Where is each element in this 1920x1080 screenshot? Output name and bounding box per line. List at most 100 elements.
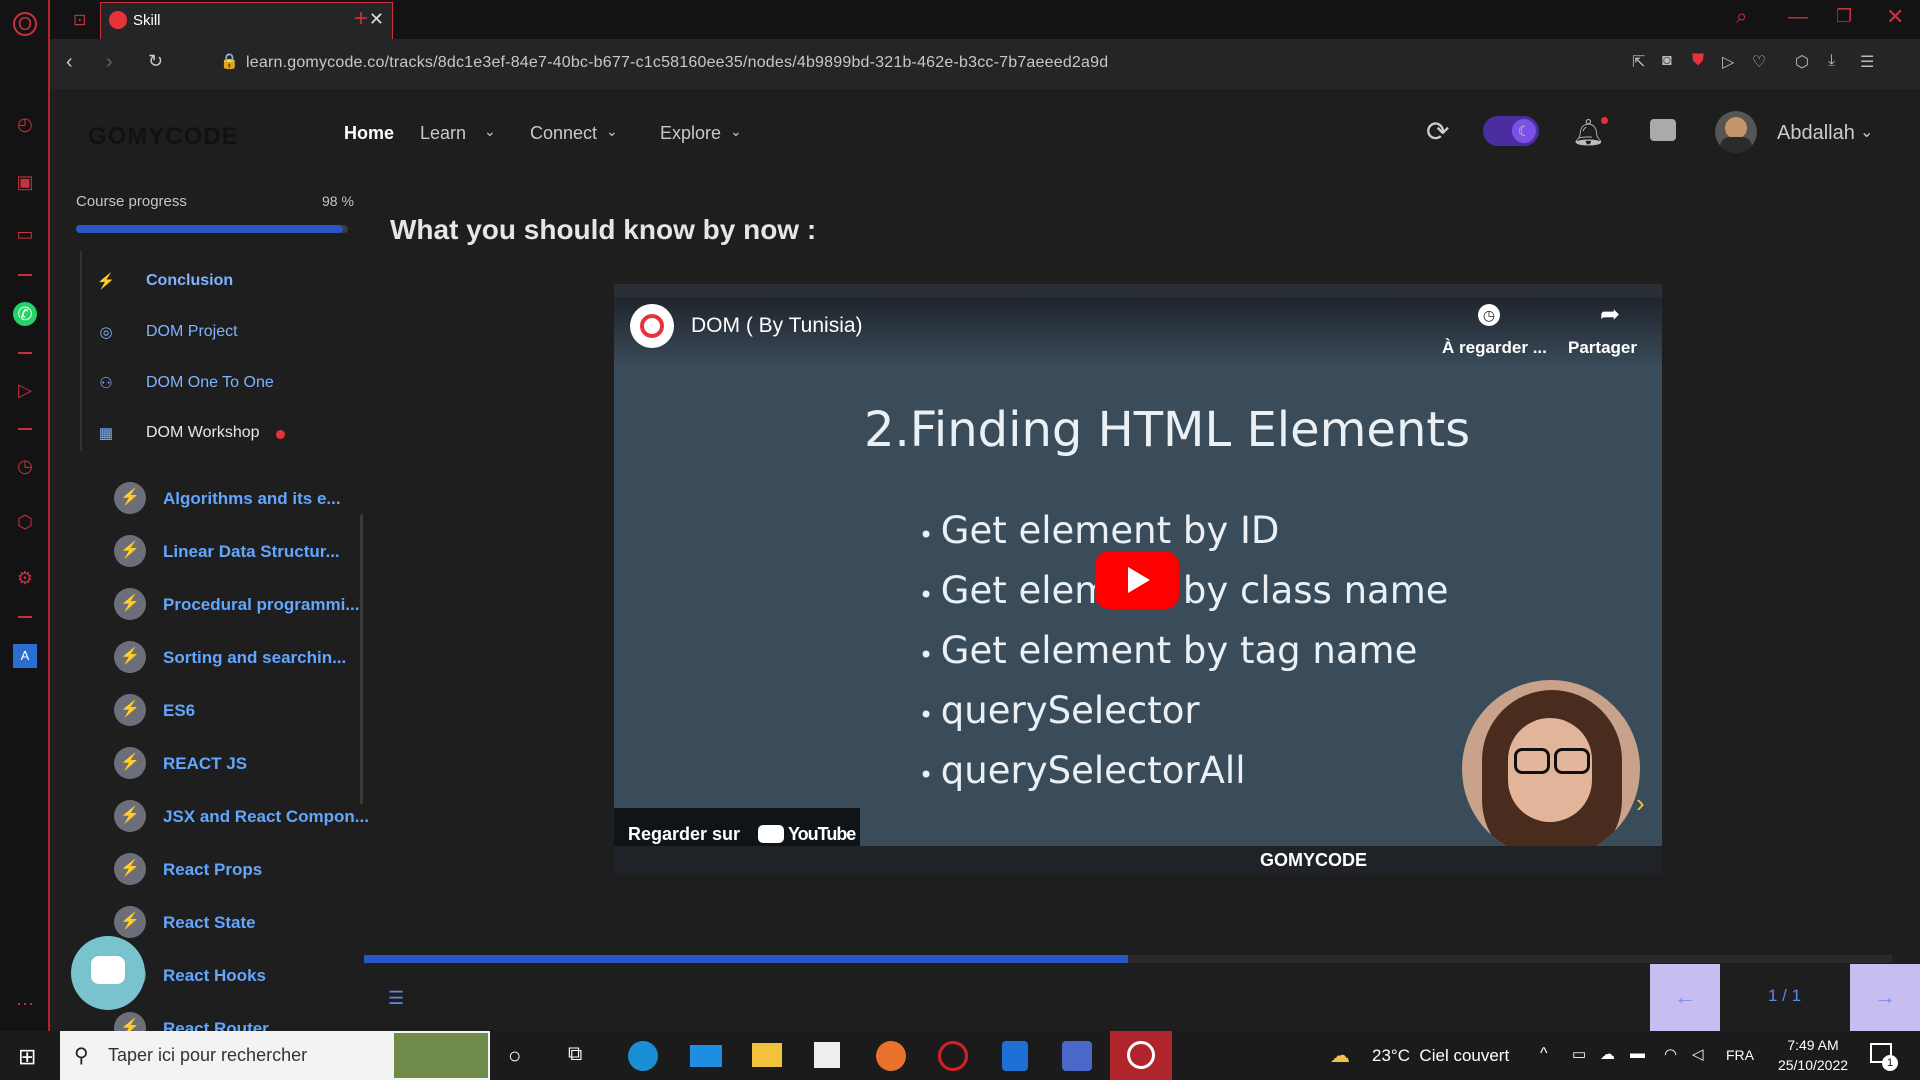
volume-icon[interactable]: ◁ (1692, 1045, 1704, 1063)
settings-icon[interactable]: ⚙ (13, 566, 37, 590)
lesson-dom-project[interactable]: DOM Project (146, 323, 238, 341)
lesson-dom-workshop[interactable]: DOM Workshop (146, 424, 260, 442)
cortana-icon[interactable]: ○ (508, 1043, 521, 1069)
close-tab-icon[interactable]: ✕ (369, 9, 384, 30)
chat-support-button[interactable] (71, 936, 145, 1010)
video-title[interactable]: DOM ( By Tunisia) (691, 314, 863, 338)
video-player[interactable]: DOM ( By Tunisia) ◷ À regarder ... ➦ Par… (614, 284, 1662, 874)
user-name[interactable]: Abdallah (1777, 122, 1855, 145)
opera-logo-icon[interactable]: O (13, 12, 37, 36)
translate-icon[interactable]: A (13, 644, 37, 668)
language-indicator[interactable]: FRA (1726, 1047, 1754, 1063)
app-icon[interactable] (938, 1041, 968, 1071)
connect-chevron-down-icon[interactable]: ⌄ (606, 123, 618, 140)
back-icon[interactable]: ‹ (66, 51, 73, 74)
url-field[interactable]: learn.gomycode.co/tracks/8dc1e3ef-84e7-4… (246, 54, 1108, 72)
clock-icon[interactable]: ◷ (1478, 304, 1500, 326)
clock-date[interactable]: 25/10/2022 (1768, 1057, 1858, 1073)
bullet-dot: • (919, 761, 941, 789)
weather-text[interactable]: 23°C Ciel couvert (1372, 1046, 1509, 1066)
learn-chevron-down-icon[interactable]: ⌄ (484, 123, 496, 140)
browser-tab[interactable]: Skill ✕ (100, 2, 393, 39)
share-label[interactable]: Partager (1568, 338, 1637, 358)
sidebar-separator (18, 274, 32, 276)
explore-chevron-down-icon[interactable]: ⌄ (730, 123, 742, 140)
nav-home[interactable]: Home (344, 123, 394, 144)
vpn-shield-icon[interactable]: ⛊ (1692, 52, 1704, 70)
easy-setup-icon[interactable]: ☰ (1860, 52, 1874, 72)
nav-learn[interactable]: Learn (420, 123, 466, 144)
twitch-icon[interactable]: ▭ (13, 222, 37, 246)
wifi-icon[interactable]: ◠ (1664, 1045, 1677, 1063)
send-icon[interactable]: ▷ (1722, 52, 1734, 72)
onedrive-icon[interactable]: ☁ (1600, 1045, 1615, 1063)
firefox-icon[interactable] (876, 1041, 906, 1071)
avatar[interactable] (1715, 111, 1757, 153)
device-icon[interactable]: ▭ (1572, 1045, 1586, 1063)
progress-label: Course progress (76, 193, 187, 210)
share-arrow-icon[interactable]: ➦ (1600, 300, 1620, 329)
bolt-icon: ⚡ (114, 641, 146, 673)
chat-icon[interactable] (1650, 119, 1676, 141)
search-tabs-icon[interactable]: ⌕ (1736, 6, 1747, 29)
bell-icon[interactable]: 🔔︎ (1572, 117, 1605, 148)
tab-bar: ⊡ Skill ✕ + ⌕ — ❐ ✕ (50, 0, 1920, 39)
sidebar-scrollbar[interactable] (360, 514, 363, 804)
store-icon[interactable] (814, 1042, 840, 1068)
user-chevron-down-icon[interactable]: ⌄ (1860, 122, 1873, 142)
slide-progress-track (364, 955, 1892, 963)
forward-icon[interactable]: › (106, 51, 113, 74)
clock-time[interactable]: 7:49 AM (1780, 1037, 1846, 1053)
weather-icon[interactable]: ☁ (1330, 1043, 1350, 1068)
speed-dial-icon[interactable]: ◴ (13, 112, 37, 136)
bolt-icon: ⚡ (114, 800, 146, 832)
reload-icon[interactable]: ↻ (148, 51, 163, 72)
minimize-icon[interactable]: — (1788, 6, 1808, 29)
nav-connect[interactable]: Connect (530, 123, 597, 144)
watch-later-label[interactable]: À regarder ... (1442, 338, 1547, 358)
windows-start-icon[interactable]: ⊞ (18, 1044, 36, 1070)
battery-icon[interactable]: ▬ (1630, 1045, 1645, 1062)
tray-chevron-up-icon[interactable]: ^ (1540, 1045, 1548, 1063)
heart-icon[interactable]: ♡ (1752, 52, 1766, 72)
camera-icon[interactable]: ◙ (1662, 52, 1672, 70)
list-toggle-icon[interactable]: ☰ (388, 988, 404, 1009)
dark-mode-toggle[interactable]: ☾ (1483, 116, 1539, 146)
taskbar-search[interactable]: ⚲ Taper ici pour rechercher (60, 1031, 490, 1080)
progress-bar-fill (76, 225, 343, 233)
box-icon[interactable]: ⬡ (13, 510, 37, 534)
history-icon[interactable]: ◷ (13, 454, 37, 478)
prev-button[interactable]: ← (1650, 964, 1720, 1031)
search-placeholder: Taper ici pour rechercher (108, 1045, 308, 1065)
sidebar-module-label: JSX and React Compon... (163, 807, 369, 826)
lesson-dom-one-to-one[interactable]: DOM One To One (146, 374, 274, 392)
next-button[interactable]: → (1850, 964, 1920, 1031)
gomycode-logo[interactable]: GOMYCODE (88, 123, 239, 151)
slide-progress-fill (364, 955, 1128, 963)
gamepad-icon[interactable]: ⊡ (73, 10, 86, 30)
sidebar-module-label: Linear Data Structur... (163, 542, 340, 561)
close-window-icon[interactable]: ✕ (1886, 4, 1904, 30)
player-icon[interactable]: ▷ (13, 378, 37, 402)
youtube-play-button[interactable] (1095, 551, 1179, 609)
lesson-conclusion[interactable]: Conclusion (146, 272, 233, 290)
file-explorer-icon[interactable] (752, 1043, 782, 1067)
mail-icon[interactable] (690, 1045, 722, 1067)
bag-icon[interactable]: ▣ (13, 170, 37, 194)
share-page-icon[interactable]: ⇱ (1632, 52, 1645, 72)
channel-avatar[interactable] (630, 304, 674, 348)
lock-icon: 🔒 (220, 53, 239, 70)
teams-icon[interactable] (1062, 1041, 1092, 1071)
sync-icon[interactable]: ⟳ (1426, 115, 1449, 148)
more-icon[interactable]: ⋯ (13, 992, 37, 1016)
restore-icon[interactable]: ❐ (1836, 6, 1852, 27)
whatsapp-icon[interactable]: ✆ (13, 302, 37, 326)
nav-explore[interactable]: Explore (660, 123, 721, 144)
extensions-icon[interactable]: ⬡ (1795, 52, 1809, 72)
shield-app-icon[interactable] (1002, 1041, 1028, 1071)
task-view-icon[interactable]: ⧉ (568, 1043, 582, 1066)
edge-icon[interactable] (628, 1041, 658, 1071)
download-icon[interactable]: ⤓ (1828, 52, 1835, 70)
new-tab-icon[interactable]: + (354, 5, 368, 33)
opera-taskbar-button[interactable] (1110, 1031, 1172, 1080)
